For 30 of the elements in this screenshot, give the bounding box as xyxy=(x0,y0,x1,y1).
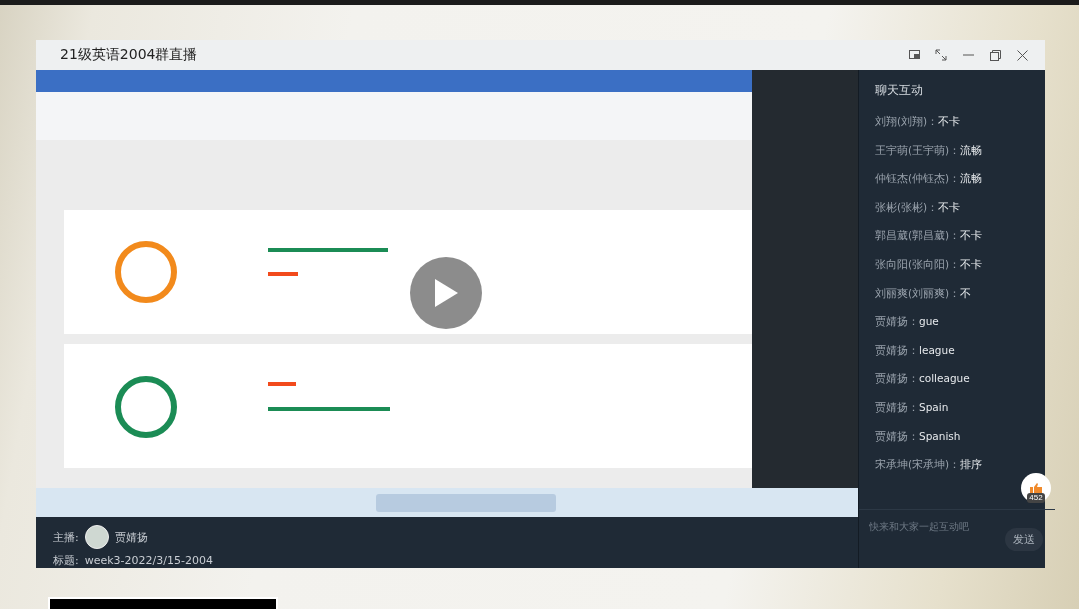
send-button[interactable]: 发送 xyxy=(1005,528,1043,551)
chat-message: 贾婧扬：Spain xyxy=(875,399,950,415)
chat-message: 仲钰杰(仲钰杰)：流畅 xyxy=(875,171,984,187)
chat-message: 贾婧扬：Spanish xyxy=(875,428,962,444)
chat-message: 张彬(张彬)：不卡 xyxy=(875,199,962,215)
like-count: 452 xyxy=(1027,493,1045,503)
chat-message: 贾婧扬：gue xyxy=(875,314,940,330)
picture-in-picture-icon xyxy=(908,50,920,60)
chat-message: 宋承坤(宋承坤)：排序 xyxy=(875,457,984,473)
stream-title: week3-2022/3/15-2004 xyxy=(84,554,213,567)
play-icon xyxy=(433,278,459,308)
thumbs-up-icon xyxy=(1030,483,1042,493)
chat-message: 刘丽爽(刘丽爽)：不 xyxy=(875,285,973,301)
chat-title: 聊天互动 xyxy=(875,82,924,99)
avatar xyxy=(84,525,109,549)
minimize-icon xyxy=(962,54,974,56)
chat-message: 贾婧扬：league xyxy=(875,342,956,358)
expand-icon xyxy=(935,49,947,61)
chat-message: 王宇萌(王宇萌)：流畅 xyxy=(875,142,984,158)
host-name: 贾婧扬 xyxy=(114,529,148,545)
chat-message: 刘翔(刘翔)：不卡 xyxy=(875,114,962,129)
window-title: 21级英语2004群直播 xyxy=(60,46,199,64)
chat-message: 郭昌葳(郭昌葳)：不卡 xyxy=(875,228,984,244)
host-label: 主播: xyxy=(53,529,79,545)
chat-message: 贾婧扬：colleague xyxy=(875,371,971,387)
restore-icon xyxy=(989,49,1001,61)
chat-message: 张向阳(张向阳)：不卡 xyxy=(875,256,984,272)
title-label: 标题: xyxy=(53,553,79,568)
close-icon xyxy=(1016,49,1028,61)
like-button[interactable]: 452 xyxy=(1021,473,1051,503)
